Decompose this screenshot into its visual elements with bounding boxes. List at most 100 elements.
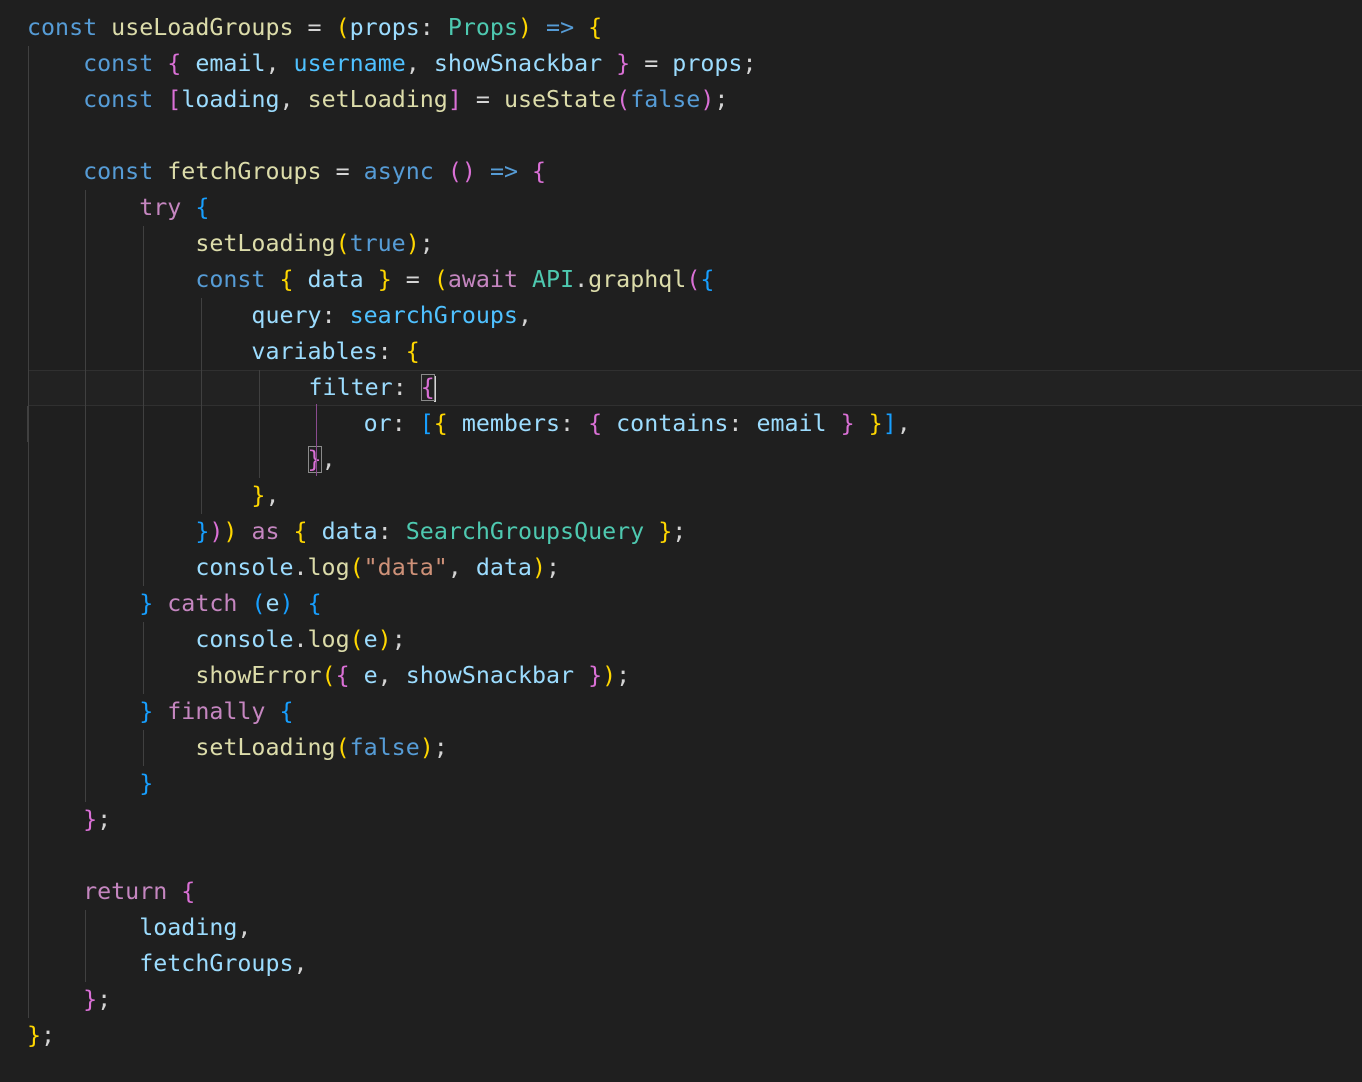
indent-guide [201,406,202,442]
indent-guide [85,910,86,946]
punctuation: : [391,410,406,437]
punctuation: , [377,662,392,689]
indent-guide [201,298,202,334]
code-line[interactable]: const [loading, setLoading] = useState(f… [0,82,1362,118]
bracket: { [335,662,350,689]
code-line[interactable]: console.log(e); [0,622,1362,658]
control-keyword: await [447,266,518,293]
code-line[interactable]: return { [0,874,1362,910]
code-line[interactable]: try { [0,190,1362,226]
indent-guide [143,514,144,550]
keyword: false [349,734,420,761]
indent-guide [85,190,86,226]
code-line-current[interactable]: filter: { [28,370,1362,406]
indent-guide [28,622,29,658]
code-line[interactable]: query: searchGroups, [0,298,1362,334]
bracket: ( [349,626,364,653]
punctuation: = [307,14,322,41]
identifier: members [461,410,561,437]
indent-guide [28,190,29,226]
code-line[interactable]: }; [0,982,1362,1018]
bracket: } [139,590,154,617]
indent-guide [27,406,28,442]
code-line[interactable]: } [0,766,1362,802]
identifier: showSnackbar [433,50,603,77]
indent-guide [85,766,86,802]
function-name: useLoadGroups [111,14,294,41]
bracket-scope-guide [316,404,317,476]
code-line[interactable]: } finally { [0,694,1362,730]
code-line[interactable]: showError({ e, showSnackbar }); [0,658,1362,694]
punctuation: . [293,626,308,653]
bracket: } [588,662,603,689]
code-line[interactable]: const { data } = (await API.graphql({ [0,262,1362,298]
code-line[interactable]: variables: { [0,334,1362,370]
code-editor[interactable]: const useLoadGroups = (props: Props) => … [0,0,1362,1082]
keyword: async [363,158,434,185]
identifier: query [251,302,322,329]
code-line[interactable]: fetchGroups, [0,946,1362,982]
bracket: ) [531,554,546,581]
code-line[interactable]: setLoading(false); [0,730,1362,766]
punctuation: , [405,50,420,77]
indent-guide [85,658,86,694]
punctuation: ; [742,50,757,77]
function-name: graphql [588,266,687,293]
punctuation: , [279,86,294,113]
identifier: API [532,266,575,293]
code-line[interactable]: or: [{ members: { contains: email } }], [0,406,1362,442]
bracket: ( [433,266,448,293]
bracket: { [433,410,448,437]
indent-guide [259,406,260,442]
punctuation: , [293,950,308,977]
code-area[interactable]: const useLoadGroups = (props: Props) => … [0,10,1362,1054]
code-line[interactable]: } catch (e) { [0,586,1362,622]
identifier: console [195,554,294,581]
indent-guide [85,370,86,406]
code-line[interactable]: setLoading(true); [0,226,1362,262]
indent-guide [85,694,86,730]
function-name: log [307,626,350,653]
indent-guide [143,442,144,478]
indent-guide [85,226,86,262]
indent-guide [143,730,144,766]
code-line[interactable]: })) as { data: SearchGroupsQuery }; [0,514,1362,550]
bracket: ( [686,266,701,293]
bracket: } [139,770,154,797]
keyword: true [349,230,406,257]
indent-guide [143,658,144,694]
bracket: { [167,50,182,77]
function-name: fetchGroups [167,158,322,185]
identifier: email [195,50,266,77]
indent-guide [28,658,29,694]
indent-guide [143,550,144,586]
code-line[interactable] [0,838,1362,874]
indent-guide [28,370,29,406]
punctuation: ; [419,230,434,257]
bracket: ( [616,86,631,113]
punctuation: , [265,50,280,77]
code-line[interactable]: }, [0,442,1362,478]
function-name: setLoading [195,734,336,761]
bracket: ) [279,590,294,617]
identifier: props [349,14,420,41]
identifier: e [363,662,378,689]
bracket: ) [405,230,420,257]
code-line[interactable]: const useLoadGroups = (props: Props) => … [0,10,1362,46]
function-name: setLoading [195,230,336,257]
indent-guide [85,514,86,550]
code-line[interactable] [0,118,1362,154]
identifier: searchGroups [349,302,518,329]
code-line[interactable]: const { email, username, showSnackbar } … [0,46,1362,82]
indent-guide [85,406,86,442]
code-line[interactable]: }, [0,478,1362,514]
punctuation: : [321,302,336,329]
bracket: { [532,158,547,185]
code-line[interactable]: loading, [0,910,1362,946]
arrow-operator: => [546,14,575,41]
code-line[interactable]: const fetchGroups = async () => { [0,154,1362,190]
code-line[interactable]: }; [0,802,1362,838]
code-line[interactable]: }; [0,1018,1362,1054]
code-line[interactable]: console.log("data", data); [0,550,1362,586]
control-keyword: try [139,194,182,221]
